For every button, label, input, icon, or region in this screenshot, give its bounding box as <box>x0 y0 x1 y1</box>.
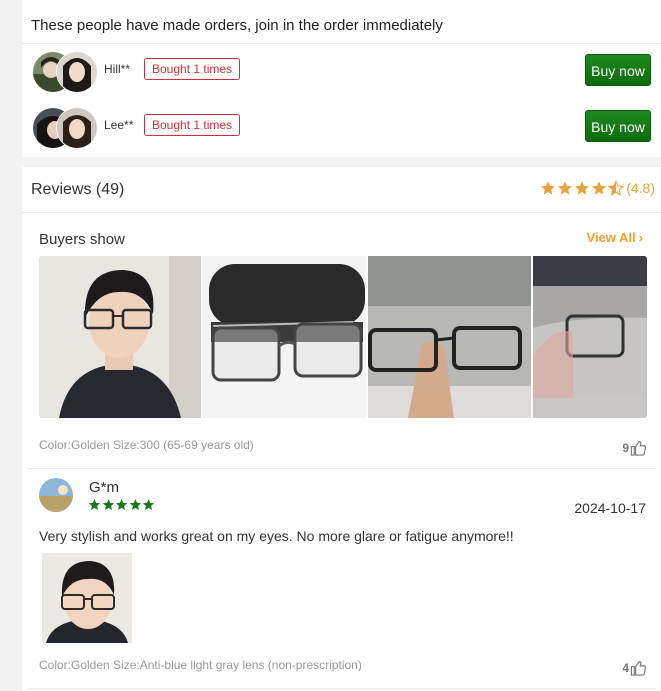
buyers-show-variant: Color:Golden Size:300 (65-69 years old) <box>39 438 254 452</box>
avatar <box>56 107 98 149</box>
reviewer-name: G*m <box>89 479 119 496</box>
reviews-panel: Reviews (49) (4.8) Buyers show View All › <box>22 167 661 691</box>
avatar <box>56 51 98 93</box>
star-icon <box>88 499 101 510</box>
star-icon <box>592 181 607 195</box>
reviews-title: Reviews (49) <box>31 181 125 198</box>
review-variant: Color:Golden Size:Anti-blue light gray l… <box>39 658 362 672</box>
half-star-icon <box>608 180 625 196</box>
buyers-show-photos <box>39 256 647 418</box>
review-date: 2024-10-17 <box>574 500 646 516</box>
buyer-name: Hill** <box>104 62 131 76</box>
buyer-avatars <box>32 107 98 149</box>
star-icon <box>115 499 128 510</box>
buy-now-button[interactable]: Buy now <box>585 110 651 142</box>
buyer-photo[interactable] <box>533 256 647 418</box>
divider <box>22 43 661 44</box>
buyer-photo[interactable] <box>203 256 366 418</box>
divider <box>22 212 661 213</box>
rating-value: (4.8) <box>626 180 655 196</box>
divider <box>27 688 656 689</box>
recent-orders-panel: These people have made orders, join in t… <box>22 0 661 157</box>
review-photo[interactable] <box>42 553 132 643</box>
recent-orders-title: These people have made orders, join in t… <box>31 17 443 34</box>
view-all-link[interactable]: View All › <box>587 230 643 245</box>
view-all-label: View All <box>586 230 636 245</box>
buyer-photo[interactable] <box>39 256 201 418</box>
thumbs-up-icon <box>630 661 647 676</box>
review-text: Very stylish and works great on my eyes.… <box>39 528 514 544</box>
like-count: 9 <box>622 441 629 455</box>
buyer-row: Lee** Bought 1 times Buy now <box>22 105 661 149</box>
overall-rating: (4.8) <box>540 178 655 198</box>
star-icon <box>575 181 590 195</box>
reviewer-avatar <box>39 478 73 512</box>
thumbs-up-icon <box>630 441 647 456</box>
bought-count-badge: Bought 1 times <box>144 114 241 136</box>
star-icon <box>558 181 573 195</box>
divider <box>27 468 656 469</box>
buy-now-button[interactable]: Buy now <box>585 54 651 86</box>
buyer-photo[interactable] <box>368 256 531 418</box>
buyer-name: Lee** <box>104 118 134 132</box>
star-icon <box>142 499 155 510</box>
chevron-right-icon: › <box>638 230 643 245</box>
like-button[interactable]: 4 <box>622 660 647 676</box>
like-button[interactable]: 9 <box>622 440 647 456</box>
buyers-show-title: Buyers show <box>39 231 125 248</box>
buyer-row: Hill** Bought 1 times Buy now <box>22 49 661 93</box>
star-icon <box>541 181 556 195</box>
review-stars <box>88 498 156 511</box>
like-count: 4 <box>622 661 629 675</box>
star-icon <box>102 499 114 510</box>
buyer-avatars <box>32 51 98 93</box>
star-icon <box>129 499 141 510</box>
bought-count-badge: Bought 1 times <box>144 58 241 80</box>
